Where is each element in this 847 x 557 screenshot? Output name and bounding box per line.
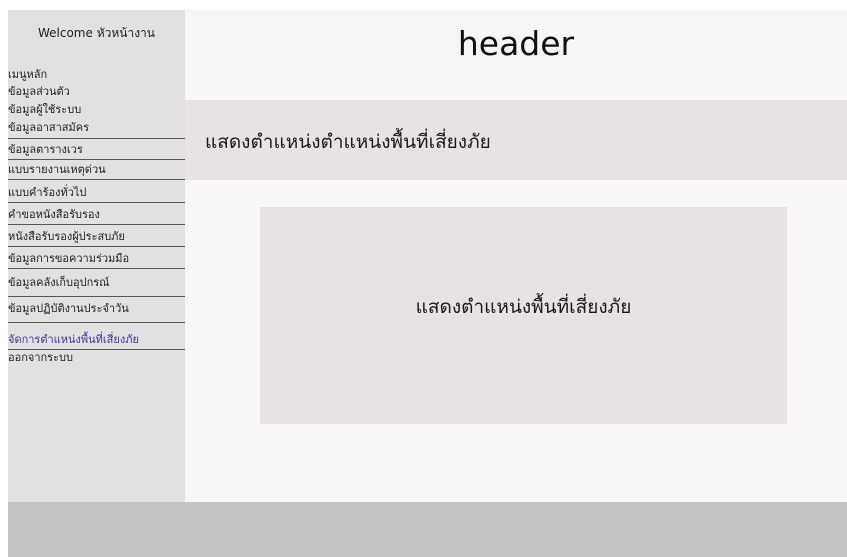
footer [8,502,847,557]
page-title-bar: แสดงตำแหน่งตำแหน่งพื้นที่เสี่ยงภัย [185,100,847,180]
sidebar-item-profile[interactable]: ข้อมูลส่วนตัว [8,85,185,99]
sidebar-item-equipment-store[interactable]: ข้อมูลคลังเก็บอุปกรณ์ [8,276,185,297]
sidebar-item-general-request[interactable]: แบบคำร้องทั่วไป [8,186,185,203]
sidebar-item-victim-certificate[interactable]: หนังสือรับรองผู้ประสบภัย [8,230,185,247]
sidebar-item-daily-operations[interactable]: ข้อมูลปฏิบัติงานประจำวัน [8,302,185,323]
sidebar-item-main-menu[interactable]: เมนูหลัก [8,68,185,82]
sidebar-item-users[interactable]: ข้อมูลผู้ใช้ระบบ [8,103,185,117]
sidebar-item-shift-schedule[interactable]: ข้อมูลตารางเวร [8,143,185,160]
header: header [185,10,847,100]
sidebar-item-logout[interactable]: ออกจากระบบ [8,351,185,365]
app-window: Welcome หัวหน้างาน เมนูหลัก ข้อมูลส่วนตั… [8,10,847,557]
sidebar-item-urgent-report[interactable]: แบบรายงานเหตุด่วน [8,163,185,180]
page-title: แสดงตำแหน่งตำแหน่งพื้นที่เสี่ยงภัย [205,131,491,153]
sidebar: Welcome หัวหน้างาน เมนูหลัก ข้อมูลส่วนตั… [8,10,185,502]
sidebar-item-risk-area-management[interactable]: จัดการตำแหน่งพื้นที่เสี่ยงภัย [8,333,185,350]
welcome-text: Welcome หัวหน้างาน [37,26,155,40]
sidebar-item-certificate-request[interactable]: คำขอหนังสือรับรอง [8,208,185,225]
sidebar-item-volunteers[interactable]: ข้อมูลอาสาสมัคร [8,121,185,139]
main-content: header แสดงตำแหน่งตำแหน่งพื้นที่เสี่ยงภั… [185,10,847,502]
sidebar-item-cooperation-request[interactable]: ข้อมูลการขอความร่วมมือ [8,252,185,269]
risk-area-map-panel: แสดงตำแหน่งพื้นที่เสี่ยงภัย [260,207,787,424]
header-title: header [457,24,575,63]
map-panel-label: แสดงตำแหน่งพื้นที่เสี่ยงภัย [415,296,632,318]
